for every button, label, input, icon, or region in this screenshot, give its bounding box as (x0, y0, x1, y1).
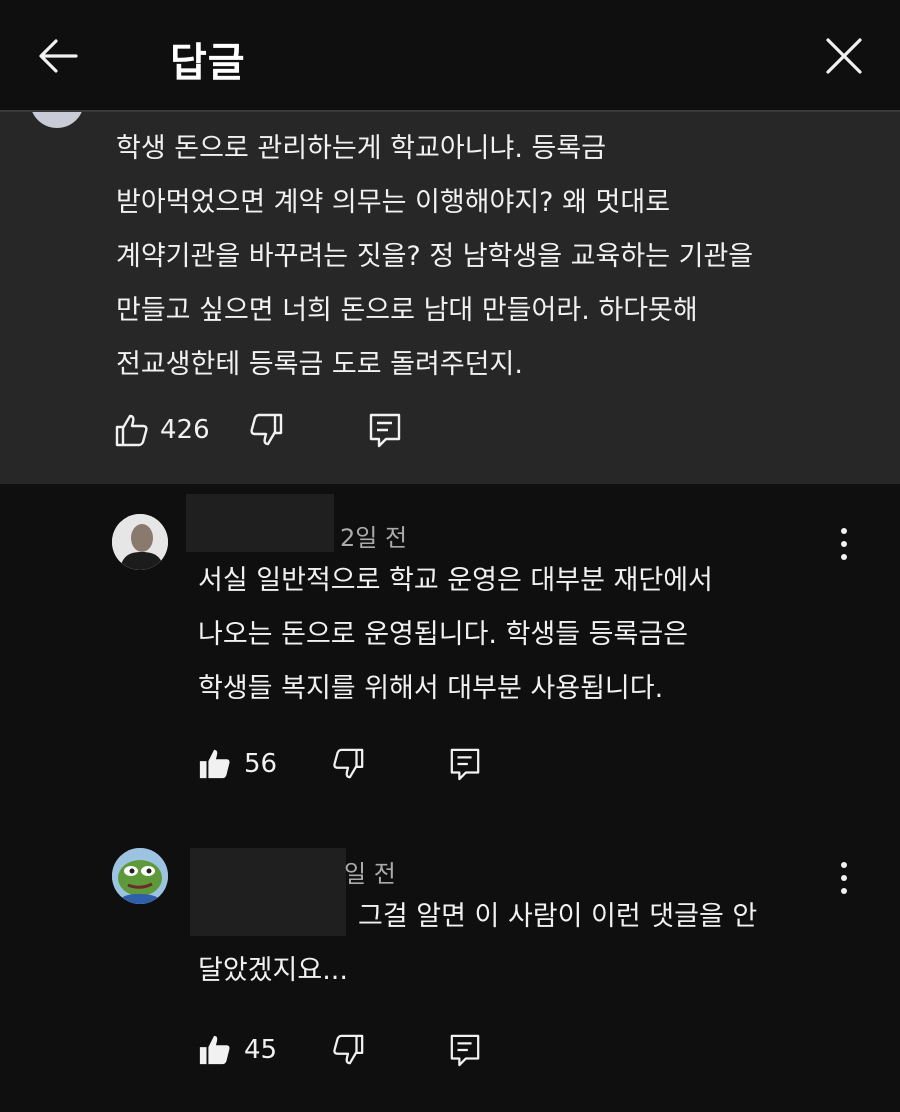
header: 답글 (0, 0, 900, 112)
page-title: 답글 (170, 40, 246, 86)
close-button[interactable] (820, 32, 868, 80)
like-count: 426 (160, 415, 210, 445)
thumbs-down-outline-icon (333, 748, 364, 779)
thumbs-up-filled-icon (199, 749, 230, 779)
reply-line: 서실 일반적으로 학교 운영은 대부분 재단에서 (198, 565, 713, 596)
reply-item: 일 전 그걸 알면 이 사람이 이런 댓글을 안 달았겠지요... 45 (0, 830, 900, 1100)
comment-line: 전교생한테 등록금 도로 돌려주던지. (116, 349, 523, 380)
comment-icon (450, 1034, 480, 1067)
frog-avatar-image (112, 848, 168, 904)
timestamp: 2일 전 (340, 524, 408, 552)
username-redacted (186, 494, 334, 552)
dislike-button[interactable] (331, 746, 365, 782)
reply-line: 그걸 알면 이 사람이 이런 댓글을 안 (358, 901, 758, 932)
comment-text: 학생 돈으로 관리하는게 학교아니냐. 등록금 받아먹었으면 계약 의무는 이행… (116, 122, 856, 392)
comment-line: 학생 돈으로 관리하는게 학교아니냐. 등록금 (116, 133, 607, 164)
person-photo (112, 514, 168, 570)
like-button[interactable] (198, 1033, 232, 1067)
reply-text: 서실 일반적으로 학교 운영은 대부분 재단에서 나오는 돈으로 운영됩니다. … (198, 554, 838, 716)
close-icon (826, 38, 862, 74)
reply-button[interactable] (368, 412, 402, 448)
like-count: 45 (244, 1035, 278, 1065)
avatar[interactable] (112, 848, 168, 904)
dislike-button[interactable] (331, 1032, 365, 1068)
thumbs-down-outline-icon (250, 413, 282, 446)
comment-icon (369, 413, 400, 448)
parent-comment: 학생 돈으로 관리하는게 학교아니냐. 등록금 받아먹었으면 계약 의무는 이행… (0, 82, 900, 484)
reply-button[interactable] (449, 1032, 481, 1068)
replies-page: 답글 학생 돈으로 관리하는게 학교아니냐. 등록금 받아먹었으면 계약 의무는… (0, 0, 900, 1112)
timestamp: 일 전 (344, 860, 396, 888)
like-button[interactable] (114, 412, 150, 448)
like-count: 56 (244, 749, 278, 779)
like-button[interactable] (198, 747, 232, 781)
reply-button[interactable] (449, 746, 481, 782)
thumbs-down-outline-icon (333, 1034, 364, 1065)
back-button[interactable] (34, 32, 82, 80)
comment-icon (450, 748, 480, 781)
comment-actions: 426 (114, 412, 402, 448)
arrow-left-icon (39, 39, 78, 73)
avatar[interactable] (112, 514, 168, 570)
reply-line: 달았겠지요... (198, 955, 348, 986)
dislike-button[interactable] (248, 412, 284, 448)
comment-line: 받아먹었으면 계약 의무는 이행해야지? 왜 멋대로 (116, 187, 671, 218)
thumbs-up-filled-icon (199, 1035, 230, 1065)
reply-actions: 56 (198, 746, 481, 782)
reply-text: 그걸 알면 이 사람이 이런 댓글을 안 달았겠지요... (198, 890, 838, 998)
reply-item: 2일 전 서실 일반적으로 학교 운영은 대부분 재단에서 나오는 돈으로 운영… (0, 490, 900, 810)
reply-actions: 45 (198, 1032, 481, 1068)
thumbs-up-outline-icon (115, 414, 148, 447)
comment-line: 만들고 싶으면 너희 돈으로 남대 만들어라. 하다못해 (116, 295, 698, 326)
reply-line: 나오는 돈으로 운영됩니다. 학생들 등록금은 (198, 619, 689, 650)
comment-line: 계약기관을 바꾸려는 짓을? 정 남학생을 교육하는 기관을 (116, 241, 754, 272)
reply-line: 학생들 복지를 위해서 대부분 사용됩니다. (198, 673, 664, 704)
